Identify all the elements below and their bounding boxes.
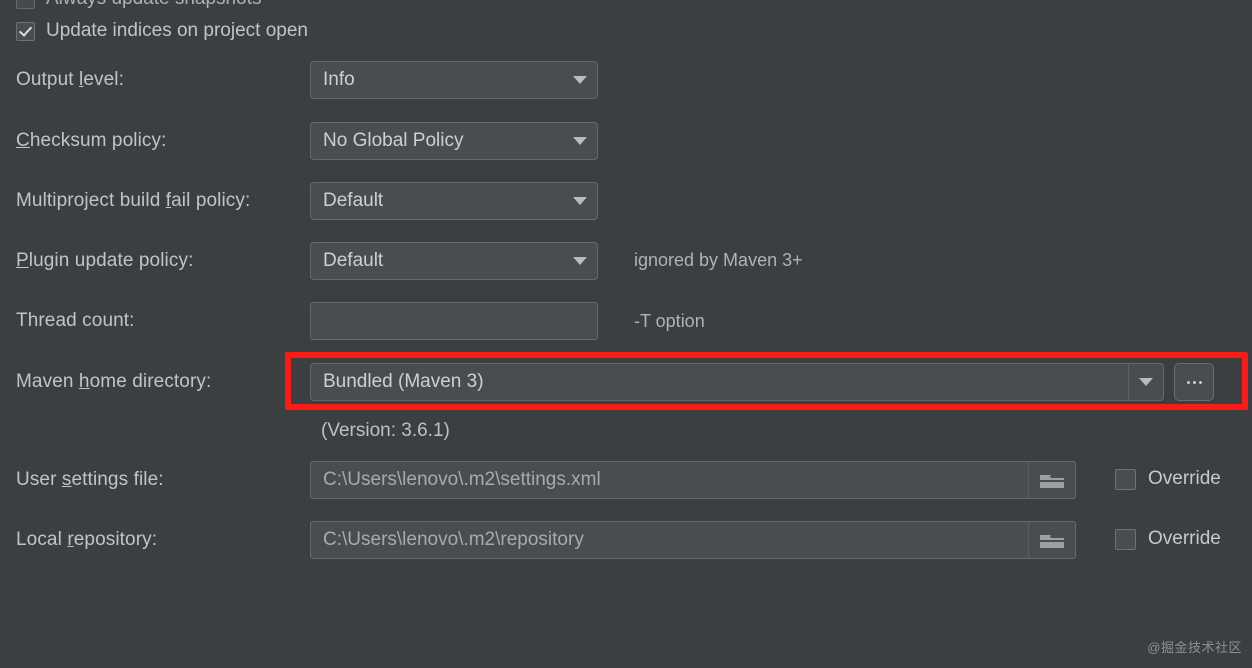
label-local-repository: Local repository: [16,529,158,550]
checkbox-override-user-settings-label: Override [1148,468,1221,489]
dropdown-multiproject-fail-policy[interactable]: Default [310,182,598,220]
dropdown-plugin-update-policy[interactable]: Default [310,242,598,280]
dropdown-checksum-policy-value: No Global Policy [323,130,464,151]
checkbox-row-override-user-settings[interactable]: Override [1115,468,1221,490]
checkbox-checked-icon[interactable] [16,21,35,41]
chevron-down-icon[interactable] [563,76,597,84]
form-row-output-level: Output level: Info [0,58,1252,102]
form-row-maven-home-directory: Maven home directory: Bundled (Maven 3) [0,360,1252,404]
folder-icon[interactable] [1028,462,1075,498]
maven-version-note: (Version: 3.6.1) [321,420,450,441]
maven-settings-panel: Always update snapshots Update indices o… [0,0,1252,668]
ellipsis-icon [1186,380,1190,384]
checkbox-row-update-indices[interactable]: Update indices on project open [16,20,308,42]
checkbox-override-user-settings-icon[interactable] [1115,468,1136,490]
form-row-thread-count: Thread count: [0,299,1252,343]
dropdown-plugin-update-policy-value: Default [323,250,384,271]
dropdown-checksum-policy[interactable]: No Global Policy [310,122,598,160]
dropdown-output-level[interactable]: Info [310,61,598,99]
label-plugin-update-policy: Plugin update policy: [16,250,194,271]
form-row-checksum-policy: Checksum policy: No Global Policy [0,119,1252,163]
hint-plugin-update-policy: ignored by Maven 3+ [634,250,803,270]
input-local-repository[interactable]: C:\Users\lenovo\.m2\repository [310,521,1076,559]
label-output-level: Output level: [16,69,124,90]
dropdown-maven-home-directory-value: Bundled (Maven 3) [323,371,484,392]
dropdown-output-level-value: Info [323,69,355,90]
chevron-down-icon[interactable] [563,137,597,145]
checkbox-always-update-snapshots-icon[interactable] [16,0,35,9]
chevron-down-icon[interactable] [563,197,597,205]
label-multiproject-fail-policy: Multiproject build fail policy: [16,190,251,211]
label-checksum-policy: Checksum policy: [16,130,167,151]
label-maven-home-directory: Maven home directory: [16,371,212,392]
checkbox-row-always-update-snapshots[interactable]: Always update snapshots [16,0,261,10]
checkbox-override-local-repository-icon[interactable] [1115,528,1136,550]
form-row-plugin-update-policy: Plugin update policy: Default [0,239,1252,283]
checkbox-override-local-repository-label: Override [1148,528,1221,549]
checkbox-row-override-local-repository[interactable]: Override [1115,528,1221,550]
form-row-multiproject-fail-policy: Multiproject build fail policy: Default [0,179,1252,223]
chevron-down-icon[interactable] [1128,364,1163,400]
label-thread-count: Thread count: [16,310,135,331]
chevron-down-icon[interactable] [563,257,597,265]
folder-icon[interactable] [1028,522,1075,558]
input-user-settings-file[interactable]: C:\Users\lenovo\.m2\settings.xml [310,461,1076,499]
form-row-user-settings-file: User settings file: C:\Users\lenovo\.m2\… [0,458,1252,502]
form-row-local-repository: Local repository: C:\Users\lenovo\.m2\re… [0,518,1252,562]
watermark: @掘金技术社区 [1147,640,1242,655]
input-local-repository-value: C:\Users\lenovo\.m2\repository [323,529,584,550]
ellipsis-icon [1192,380,1196,384]
dropdown-maven-home-directory[interactable]: Bundled (Maven 3) [310,363,1164,401]
checkbox-always-update-snapshots-label: Always update snapshots [46,0,261,10]
input-user-settings-file-value: C:\Users\lenovo\.m2\settings.xml [323,469,601,490]
label-user-settings-file: User settings file: [16,469,164,490]
input-thread-count[interactable] [310,302,598,340]
browse-maven-home-button[interactable] [1174,363,1214,401]
hint-thread-count: -T option [634,311,705,331]
ellipsis-icon [1198,380,1202,384]
checkbox-update-indices-label: Update indices on project open [46,20,308,41]
dropdown-multiproject-fail-policy-value: Default [323,190,384,211]
